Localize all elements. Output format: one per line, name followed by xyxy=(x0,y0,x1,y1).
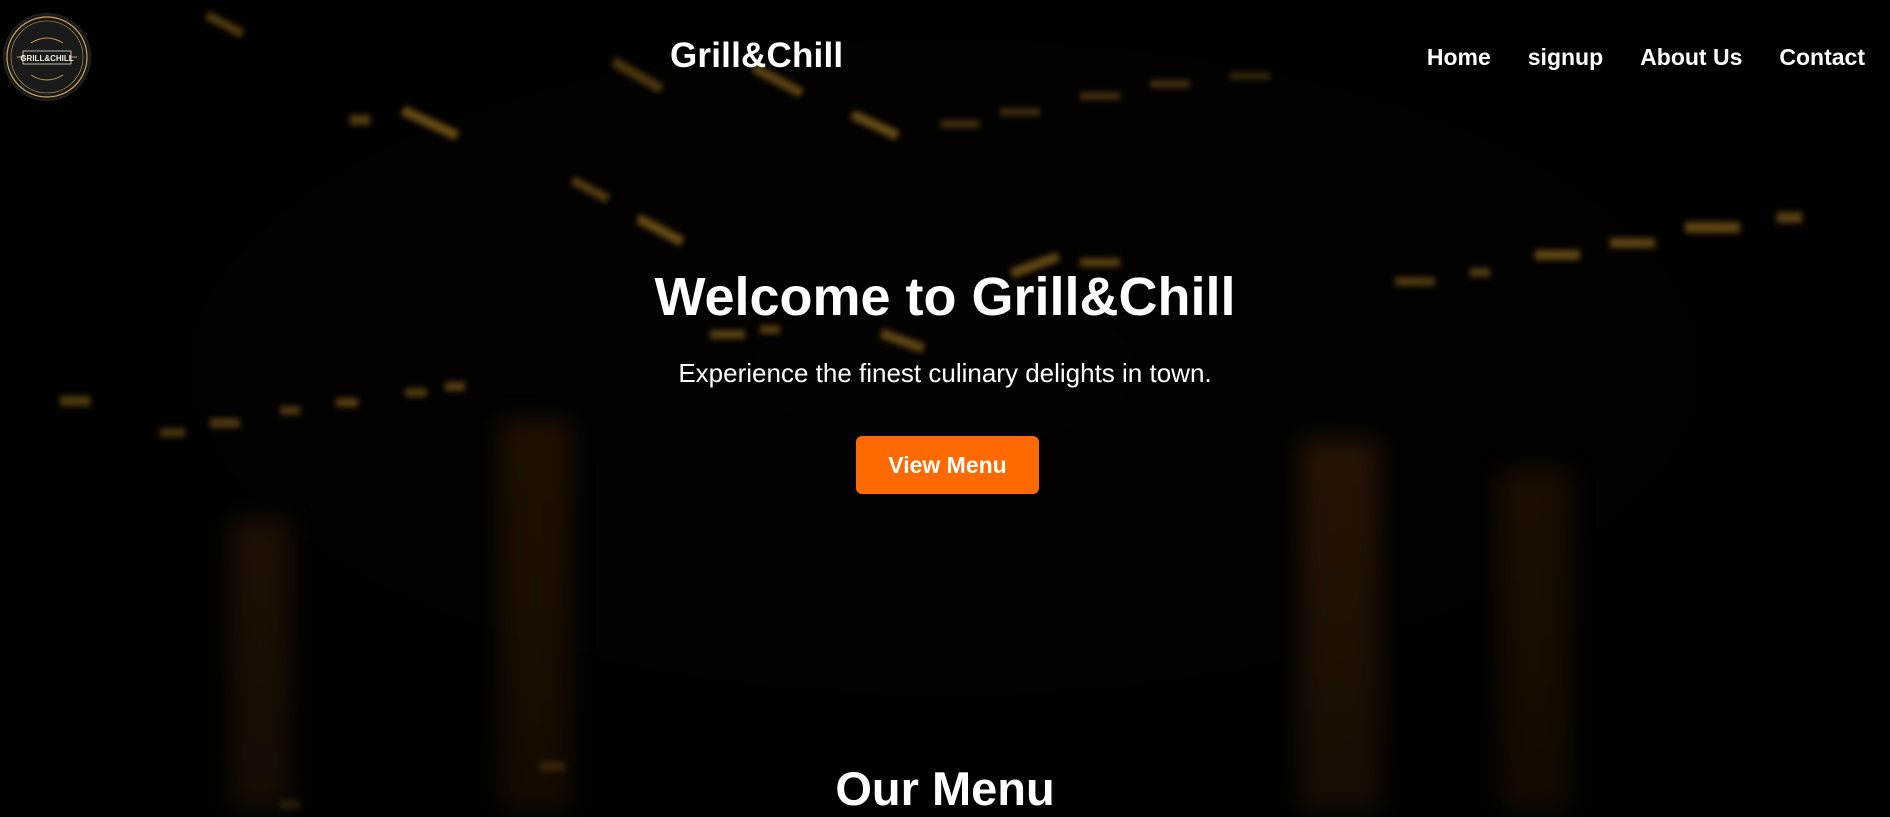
our-menu-heading: Our Menu xyxy=(835,762,1055,815)
hero-subheading: Experience the finest culinary delights … xyxy=(678,358,1212,388)
nav-link-contact[interactable]: Contact xyxy=(1779,44,1865,71)
nav-link-home[interactable]: Home xyxy=(1427,44,1491,71)
nav-link-signup[interactable]: signup xyxy=(1528,44,1603,71)
hero-heading: Welcome to Grill&Chill xyxy=(654,267,1236,327)
restaurant-logo[interactable]: GRILL&CHILL xyxy=(3,13,91,101)
grill-and-chill-logo-icon: GRILL&CHILL xyxy=(6,16,88,98)
site-header: GRILL&CHILL Grill&Chill Home signup Abou… xyxy=(0,0,1890,118)
svg-text:GRILL&CHILL: GRILL&CHILL xyxy=(20,54,73,63)
site-title[interactable]: Grill&Chill xyxy=(670,36,843,76)
main-nav: Home signup About Us Contact xyxy=(1390,44,1865,71)
view-menu-button[interactable]: View Menu xyxy=(856,436,1039,494)
page: GRILL&CHILL Grill&Chill Home signup Abou… xyxy=(0,0,1890,817)
nav-link-about-us[interactable]: About Us xyxy=(1640,44,1742,71)
hero-background-image xyxy=(0,0,1890,817)
